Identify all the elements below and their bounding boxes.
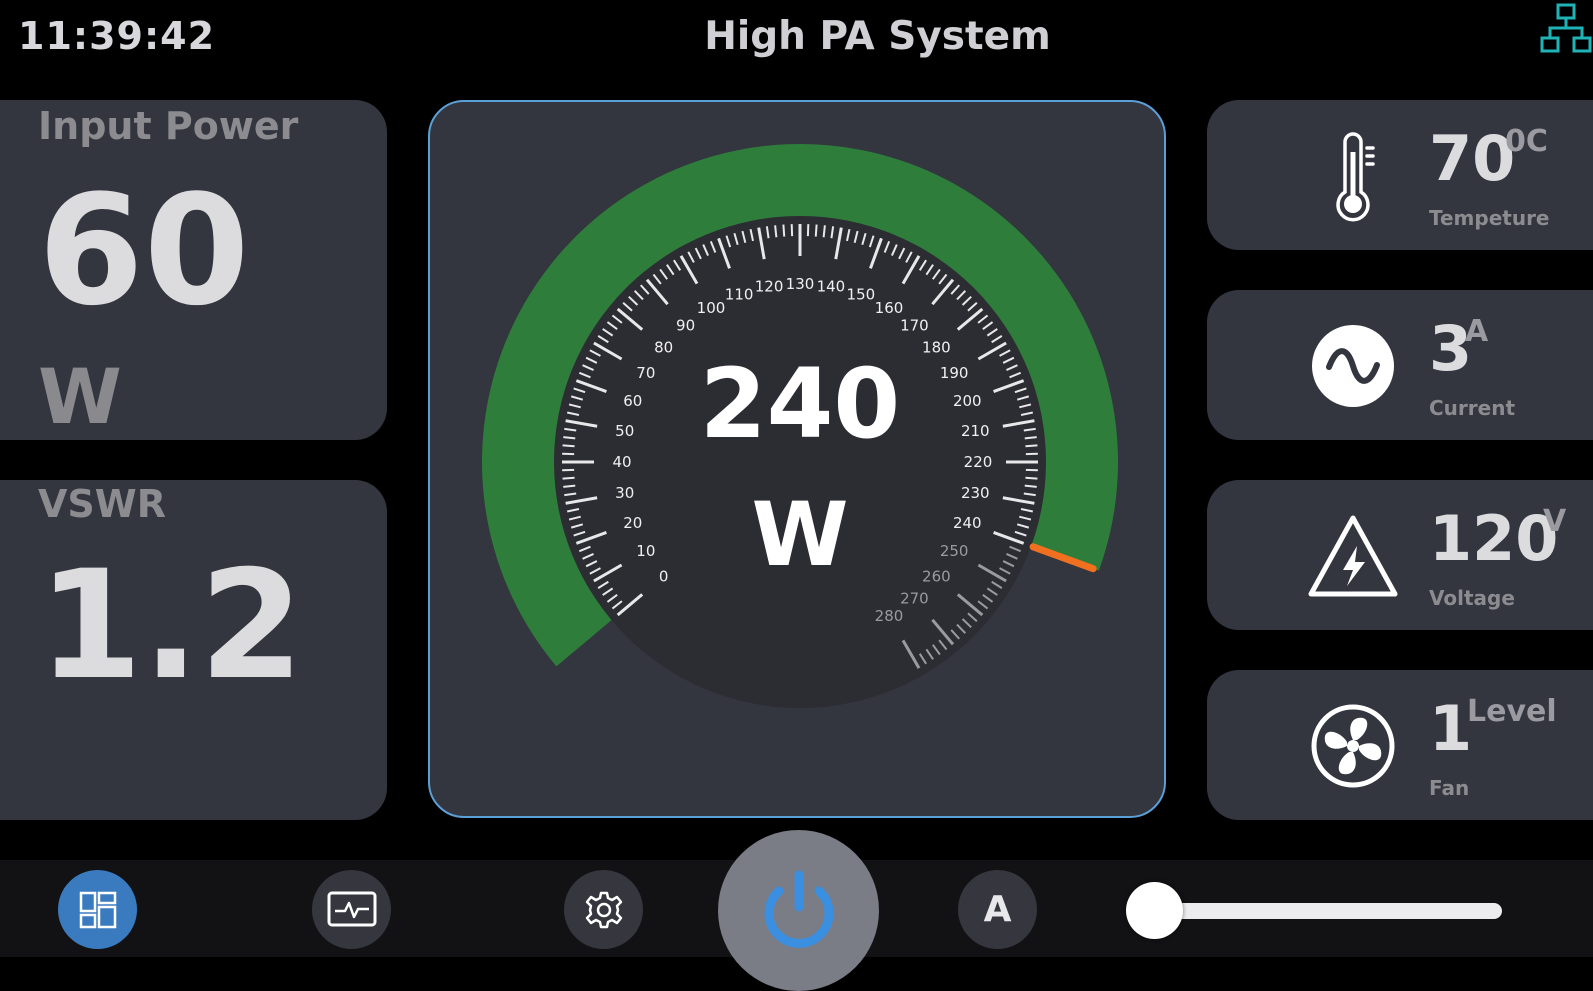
- voltage-value: 120: [1429, 502, 1558, 575]
- gauge-tick-label: 40: [612, 453, 631, 471]
- dashboard-button[interactable]: [58, 870, 137, 949]
- current-unit: A: [1465, 314, 1488, 349]
- gauge-minor-tick: [1025, 437, 1037, 438]
- gauge-minor-tick: [783, 225, 784, 237]
- vswr-value: 1.2: [38, 536, 304, 716]
- gauge-tick-label: 280: [875, 607, 904, 625]
- network-topology-icon[interactable]: [1540, 2, 1592, 56]
- gauge-minor-tick: [563, 445, 575, 446]
- temperature-value: 70: [1429, 122, 1515, 195]
- gauge-tick-label: 100: [697, 299, 726, 317]
- voltage-label: Voltage: [1429, 586, 1515, 610]
- gauge-minor-tick: [775, 225, 776, 237]
- mode-a-button[interactable]: A: [958, 870, 1037, 949]
- vswr-label: VSWR: [38, 482, 166, 526]
- thermometer-icon: [1307, 130, 1399, 222]
- fan-label: Fan: [1429, 776, 1469, 800]
- gauge-tick-label: 140: [817, 278, 846, 296]
- gauge-tick-label: 60: [623, 392, 642, 410]
- gauge-tick-label: 200: [953, 392, 982, 410]
- gauge-tick-label: 130: [786, 275, 815, 293]
- gauge-tick-label: 90: [676, 317, 695, 335]
- gauge-tick-label: 180: [922, 339, 951, 357]
- gauge-minor-tick: [563, 478, 575, 479]
- settings-button[interactable]: [564, 870, 643, 949]
- power-icon: [751, 863, 847, 959]
- gauge-tick-label: 110: [725, 286, 754, 304]
- current-label: Current: [1429, 396, 1515, 420]
- monitor-button[interactable]: [312, 870, 391, 949]
- gauge-minor-tick: [563, 486, 575, 487]
- gauge-tick-label: 50: [615, 422, 634, 440]
- gauge-tick-label: 160: [875, 299, 904, 317]
- gear-icon: [584, 890, 624, 930]
- gauge-tick-label: 210: [961, 422, 990, 440]
- level-slider-track[interactable]: [1130, 903, 1502, 919]
- gauge-tick-label: 0: [659, 567, 669, 585]
- gauge-tick-label: 260: [922, 567, 951, 585]
- input-power-label: Input Power: [38, 104, 298, 148]
- gauge-tick-label: 220: [964, 453, 993, 471]
- voltage-unit: V: [1543, 504, 1566, 539]
- gauge-tick-label: 20: [623, 514, 642, 532]
- gauge-tick-label: 240: [953, 514, 982, 532]
- mode-a-label: A: [984, 889, 1012, 930]
- gauge-minor-tick: [1025, 445, 1037, 446]
- gauge-tick-label: 250: [940, 542, 969, 560]
- activity-monitor-icon: [327, 890, 377, 930]
- gauge-minor-tick: [563, 437, 575, 438]
- app-title: High PA System: [704, 14, 1051, 59]
- fan-unit: Level: [1467, 694, 1557, 729]
- clock: 11:39:42: [18, 14, 215, 58]
- input-power-unit: W: [38, 352, 122, 441]
- voltage-card: 120 V Voltage: [1207, 480, 1593, 630]
- gauge-tick-label: 120: [755, 278, 784, 296]
- power-gauge: 010 20 30 40 50 60 70 8090100110120130140150160…: [430, 102, 1168, 820]
- fan-icon: [1307, 700, 1399, 792]
- gauge-tick-label: 190: [940, 364, 969, 382]
- gauge-tick-label: 230: [961, 484, 990, 502]
- gauge-tick-label: 170: [900, 317, 929, 335]
- gauge-minor-tick: [816, 225, 817, 237]
- fan-value: 1: [1429, 692, 1472, 765]
- gauge-minor-tick: [1025, 478, 1037, 479]
- level-slider-thumb[interactable]: [1126, 882, 1183, 939]
- ac-sine-wave-icon: [1307, 320, 1399, 412]
- input-power-value: 60: [38, 160, 250, 342]
- gauge-tick-label: 30: [615, 484, 634, 502]
- temperature-card: 70 0C Tempeture: [1207, 100, 1593, 250]
- gauge-tick-label: 150: [847, 286, 876, 304]
- power-button[interactable]: [718, 830, 879, 991]
- power-gauge-panel: 010 20 30 40 50 60 70 8090100110120130140150160…: [428, 100, 1166, 818]
- input-power-card: Input Power 60 W: [0, 100, 387, 440]
- temperature-unit: 0C: [1505, 124, 1548, 159]
- dashboard-icon: [78, 890, 118, 930]
- gauge-minor-tick: [1025, 486, 1037, 487]
- gauge-minor-tick: [824, 225, 825, 237]
- current-card: 3 A Current: [1207, 290, 1593, 440]
- vswr-card: VSWR 1.2: [0, 480, 387, 820]
- gauge-tick-label: 70: [636, 364, 655, 382]
- high-voltage-warning-icon: [1307, 510, 1399, 602]
- temperature-label: Tempeture: [1429, 206, 1550, 230]
- gauge-unit-text: W: [751, 483, 848, 586]
- gauge-tick-label: 10: [636, 542, 655, 560]
- fan-card: 1 Level Fan: [1207, 670, 1593, 820]
- gauge-tick-label: 80: [654, 339, 673, 357]
- gauge-tick-label: 270: [900, 589, 929, 607]
- gauge-value-text: 240: [700, 348, 900, 460]
